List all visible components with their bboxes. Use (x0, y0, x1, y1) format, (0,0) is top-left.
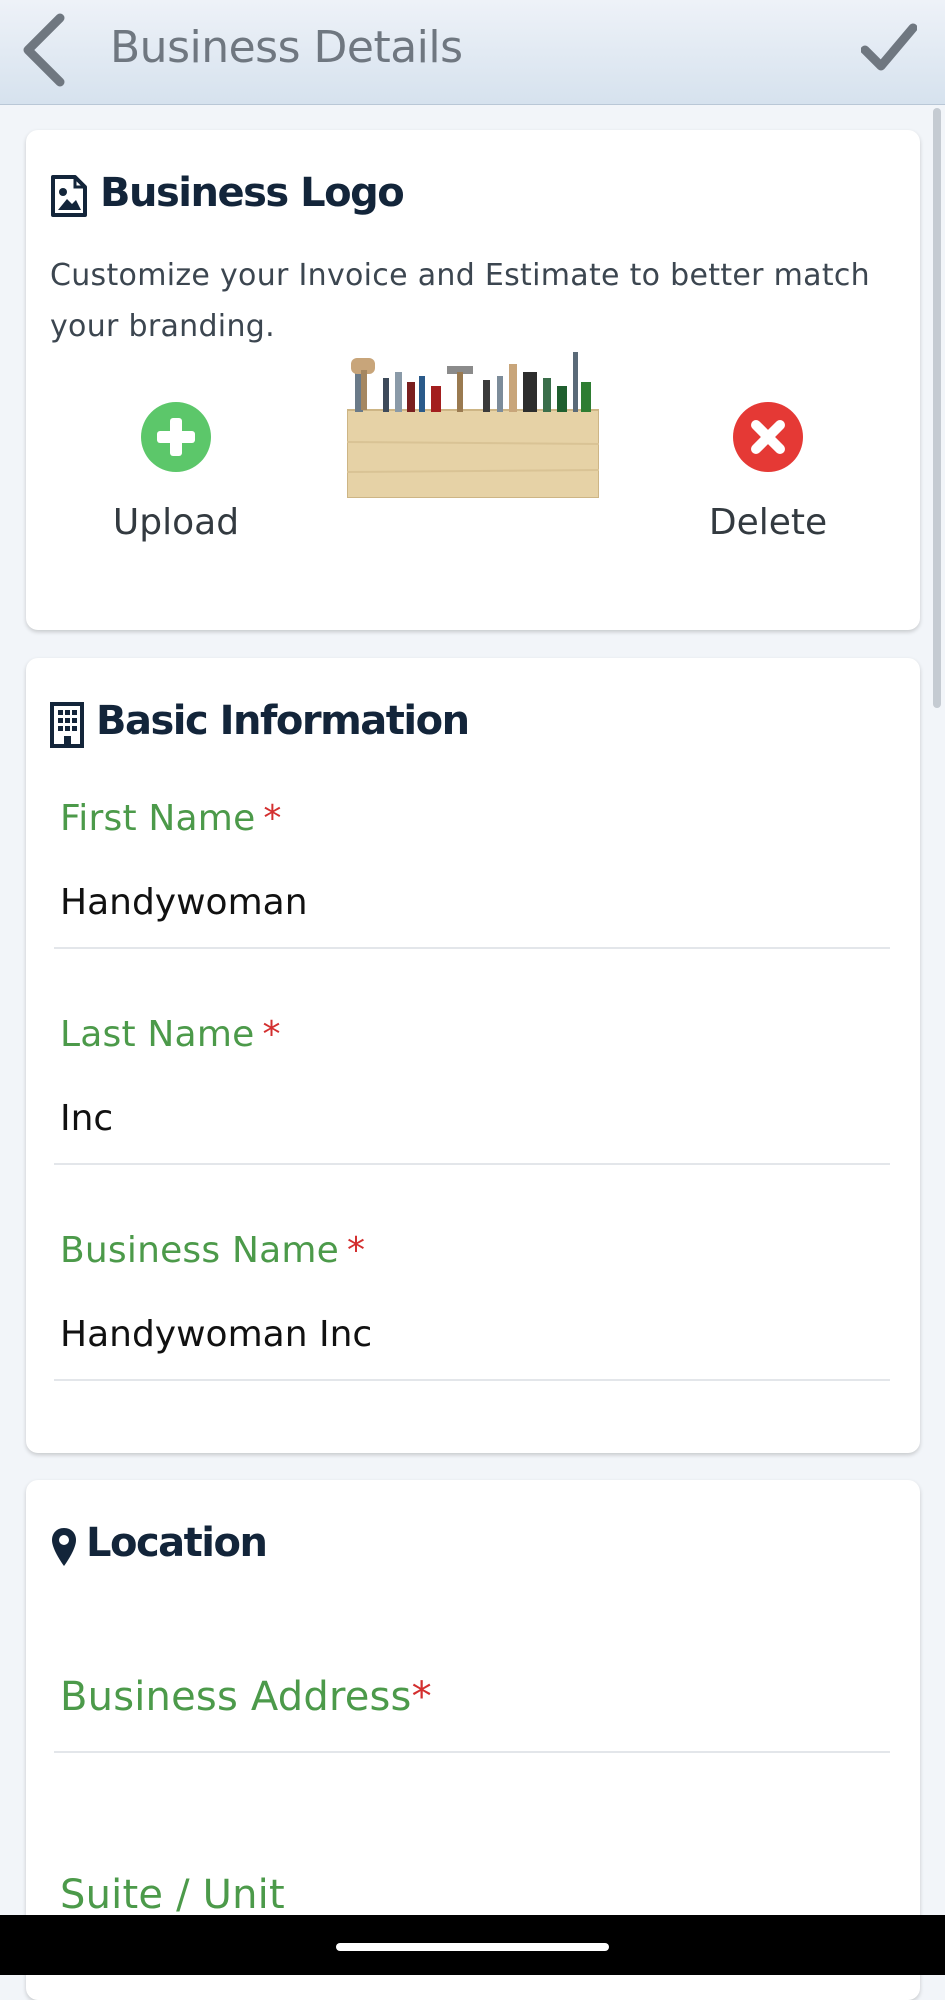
first-name-underline (54, 947, 890, 949)
building-icon (50, 702, 84, 748)
scrollbar[interactable] (933, 108, 941, 708)
system-navigation-bar (0, 1915, 945, 1975)
logo-description: Customize your Invoice and Estimate to b… (50, 258, 870, 344)
business-logo-card: Business Logo Customize your Invoice and… (26, 130, 920, 630)
first-name-field[interactable]: Handywoman (60, 882, 308, 923)
required-mark: * (411, 1674, 432, 1720)
page-title: Business Details (110, 22, 463, 73)
first-name-label-text: First Name (60, 798, 256, 839)
business-logo-title: Business Logo (100, 170, 405, 216)
business-address-label: Business Address (60, 1674, 412, 1720)
image-file-icon (51, 175, 87, 217)
chevron-left-icon[interactable] (18, 10, 74, 90)
home-gesture-bar[interactable] (336, 1943, 609, 1951)
basic-information-card: Basic Information First Name * Handywoman… (26, 658, 920, 1453)
required-mark: * (263, 798, 282, 839)
upload-button[interactable] (141, 402, 211, 472)
last-name-underline (54, 1163, 890, 1165)
delete-label[interactable]: Delete (668, 502, 868, 543)
delete-button[interactable] (733, 402, 803, 472)
app-header: Business Details (0, 0, 945, 105)
upload-label[interactable]: Upload (76, 502, 276, 543)
plus-icon (157, 418, 195, 456)
last-name-field[interactable]: Inc (60, 1098, 113, 1139)
required-mark: * (347, 1230, 366, 1271)
business-name-label: Business Name * (60, 1230, 365, 1271)
business-name-underline (54, 1379, 890, 1381)
business-name-label-text: Business Name (60, 1230, 339, 1271)
business-logo-image (347, 352, 599, 498)
first-name-label: First Name * (60, 798, 282, 839)
basic-information-title: Basic Information (96, 698, 470, 744)
business-address-field[interactable]: Business Address* (60, 1674, 432, 1720)
location-title: Location (86, 1520, 268, 1566)
map-pin-icon (52, 1528, 76, 1566)
close-icon (751, 420, 785, 454)
business-address-underline (54, 1751, 890, 1753)
last-name-label: Last Name * (60, 1014, 281, 1055)
suite-unit-field[interactable]: Suite / Unit (60, 1872, 285, 1918)
last-name-label-text: Last Name (60, 1014, 255, 1055)
required-mark: * (262, 1014, 281, 1055)
checkmark-icon[interactable] (861, 20, 917, 76)
business-name-field[interactable]: Handywoman Inc (60, 1314, 372, 1355)
